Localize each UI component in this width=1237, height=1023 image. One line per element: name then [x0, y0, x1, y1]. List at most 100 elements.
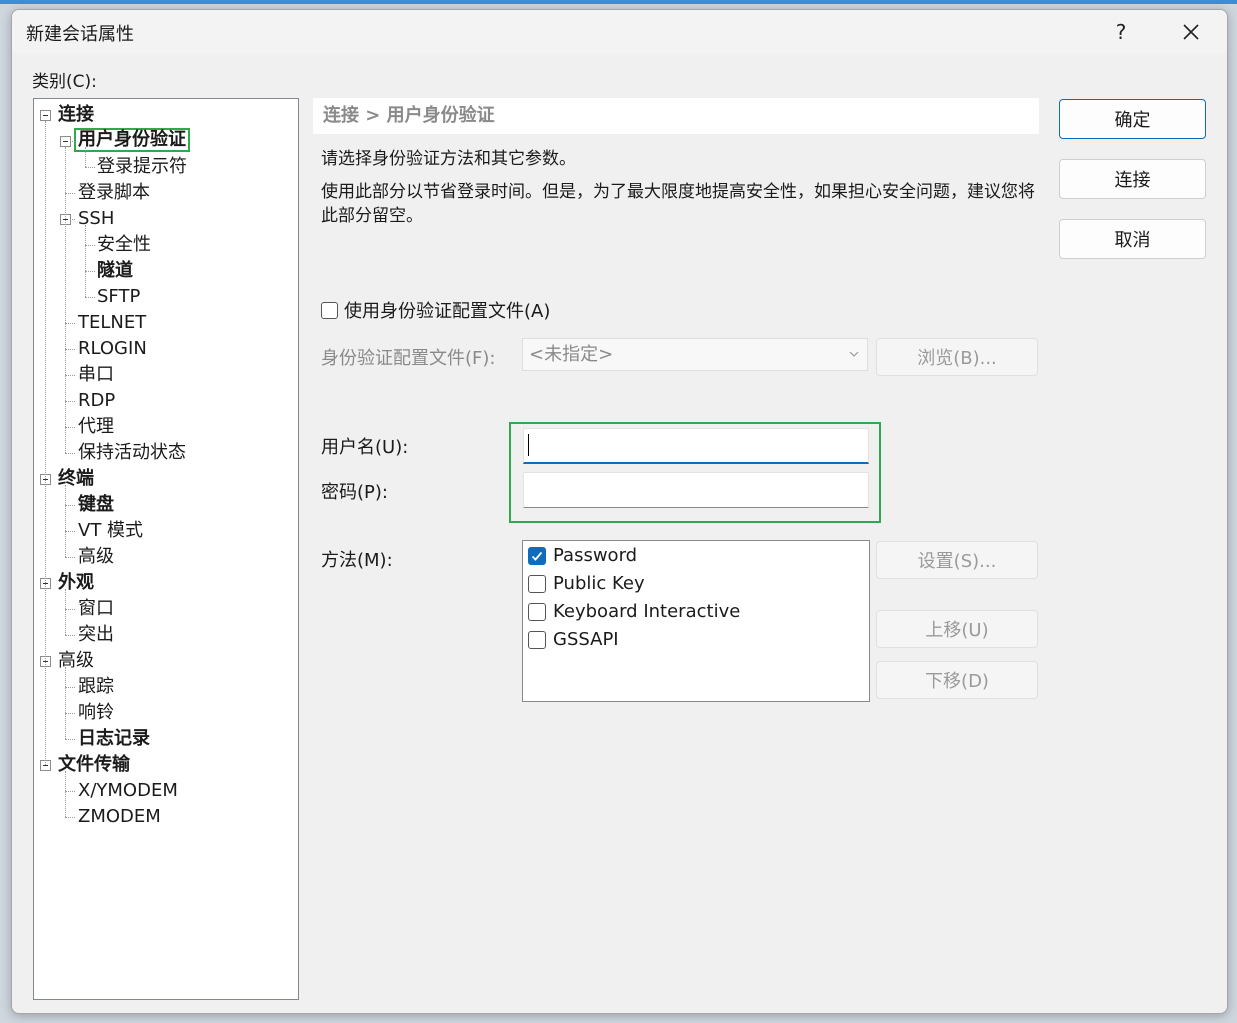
- cancel-button[interactable]: 取消: [1059, 219, 1206, 259]
- move-down-button[interactable]: 下移(D): [876, 661, 1038, 699]
- close-button[interactable]: [1162, 10, 1220, 54]
- tree-connector: [65, 667, 66, 739]
- tree-connector: [65, 817, 75, 818]
- tree-item[interactable]: ZMODEM: [78, 805, 161, 829]
- tree-connector: [65, 531, 75, 532]
- tree-item[interactable]: 窗口: [78, 597, 114, 621]
- help-button[interactable]: ?: [1092, 10, 1150, 54]
- method-list[interactable]: Password Public Key Keyboard Interactive GS…: [522, 540, 870, 702]
- tree-item[interactable]: 终端: [58, 467, 94, 491]
- tree-connector: [85, 167, 95, 168]
- tree-item[interactable]: SSH: [78, 207, 114, 231]
- tree-item[interactable]: 高级: [58, 649, 94, 673]
- method-item-label: Public Key: [553, 573, 645, 594]
- tree-connector: [65, 557, 75, 558]
- collapse-toggle-icon[interactable]: [60, 136, 71, 147]
- close-icon: [1183, 24, 1199, 40]
- tree-connector: [65, 193, 75, 194]
- tree-item[interactable]: 连接: [58, 103, 94, 127]
- tree-item[interactable]: 登录脚本: [78, 181, 150, 205]
- profile-label: 身份验证配置文件(F):: [321, 348, 496, 369]
- tree-connector: [65, 635, 75, 636]
- tree-item[interactable]: 跟踪: [78, 675, 114, 699]
- title-bar: 新建会话属性 ?: [12, 10, 1227, 54]
- password-label: 密码(P):: [321, 482, 388, 503]
- tree-connector: [65, 323, 75, 324]
- tree-connector: [85, 147, 86, 167]
- tree-connector: [65, 505, 75, 506]
- tree-connector: [65, 739, 75, 740]
- tree-connector: [65, 485, 66, 557]
- checkbox-checked-icon[interactable]: [528, 546, 546, 565]
- session-properties-dialog: 新建会话属性 ? 类别(C): 连接 用户身份验证 登录提示符 登录脚本 SSH 安全性隧…: [11, 9, 1228, 1014]
- window-top-strip: [0, 0, 1237, 4]
- settings-button[interactable]: 设置(S)...: [876, 541, 1038, 579]
- use-profile-checkbox[interactable]: [321, 301, 338, 319]
- use-profile-label: 使用身份验证配置文件(A): [344, 301, 551, 322]
- tree-item[interactable]: 保持活动状态: [78, 441, 186, 465]
- tree-connector: [65, 589, 66, 635]
- profile-select-value: <未指定>: [529, 344, 614, 365]
- tree-connector: [65, 791, 75, 792]
- move-up-button[interactable]: 上移(U): [876, 610, 1038, 648]
- tree-item[interactable]: X/YMODEM: [78, 779, 178, 803]
- tree-item[interactable]: 高级: [78, 545, 114, 569]
- tree-connector: [65, 375, 75, 376]
- tree-connector: [85, 225, 86, 297]
- tree-item[interactable]: 安全性: [97, 233, 151, 257]
- username-label: 用户名(U):: [321, 437, 409, 458]
- tree-item[interactable]: TELNET: [78, 311, 146, 335]
- method-item[interactable]: Public Key: [528, 573, 645, 594]
- tree-item[interactable]: 外观: [58, 571, 94, 595]
- username-input[interactable]: [523, 428, 869, 464]
- description-line-1: 请选择身份验证方法和其它参数。: [321, 149, 576, 169]
- ok-button[interactable]: 确定: [1059, 99, 1206, 139]
- method-item[interactable]: Keyboard Interactive: [528, 601, 740, 622]
- tree-connector: [45, 121, 46, 765]
- tree-connector: [85, 245, 95, 246]
- tree-item[interactable]: 文件传输: [58, 753, 130, 777]
- tree-item[interactable]: 用户身份验证: [74, 128, 190, 152]
- password-input[interactable]: [523, 472, 869, 508]
- checkbox-icon[interactable]: [528, 574, 546, 593]
- use-profile-checkbox-row[interactable]: 使用身份验证配置文件(A): [321, 297, 550, 323]
- tree-item[interactable]: 串口: [78, 363, 114, 387]
- method-item-label: Password: [553, 545, 638, 566]
- tree-item[interactable]: 响铃: [78, 701, 114, 725]
- method-item[interactable]: Password: [528, 545, 637, 566]
- connect-button[interactable]: 连接: [1059, 159, 1206, 199]
- chevron-down-icon: [849, 351, 859, 357]
- tree-item[interactable]: 键盘: [78, 493, 114, 517]
- tree-item[interactable]: 代理: [78, 415, 114, 439]
- description-line-2: 使用此部分以节省登录时间。但是，为了最大限度地提高安全性，如果担心安全问题，建议…: [321, 182, 1035, 226]
- checkbox-icon[interactable]: [528, 630, 546, 649]
- tree-connector: [65, 687, 75, 688]
- collapse-toggle-icon[interactable]: [40, 110, 51, 121]
- tree-connector: [65, 713, 75, 714]
- tree-item[interactable]: VT 模式: [78, 519, 143, 543]
- method-item[interactable]: GSSAPI: [528, 629, 619, 650]
- category-tree[interactable]: 连接 用户身份验证登录提示符 登录脚本 SSH 安全性 隧道 SFTP TELNET RLOGI…: [33, 98, 299, 1000]
- profile-select[interactable]: <未指定>: [522, 338, 868, 371]
- tree-connector: [85, 297, 95, 298]
- tree-connector: [65, 349, 75, 350]
- tree-connector: [65, 427, 75, 428]
- window-title: 新建会话属性: [26, 24, 134, 45]
- method-item-label: GSSAPI: [553, 629, 619, 650]
- tree-item[interactable]: 突出: [78, 623, 114, 647]
- breadcrumb: 连接 > 用户身份验证: [313, 98, 1039, 134]
- tree-connector: [65, 401, 75, 402]
- tree-item[interactable]: SFTP: [97, 285, 140, 309]
- checkbox-icon[interactable]: [528, 602, 546, 621]
- tree-item[interactable]: 登录提示符: [97, 155, 187, 179]
- tree-item[interactable]: 日志记录: [78, 727, 150, 751]
- tree-connector: [65, 147, 66, 453]
- tree-item[interactable]: RDP: [78, 389, 115, 413]
- tree-item[interactable]: 隧道: [97, 259, 133, 283]
- browse-button[interactable]: 浏览(B)...: [876, 338, 1038, 376]
- tree-connector: [65, 609, 75, 610]
- category-label: 类别(C):: [32, 72, 97, 92]
- tree-item[interactable]: RLOGIN: [78, 337, 147, 361]
- tree-connector: [85, 271, 95, 272]
- tree-connector: [65, 771, 66, 817]
